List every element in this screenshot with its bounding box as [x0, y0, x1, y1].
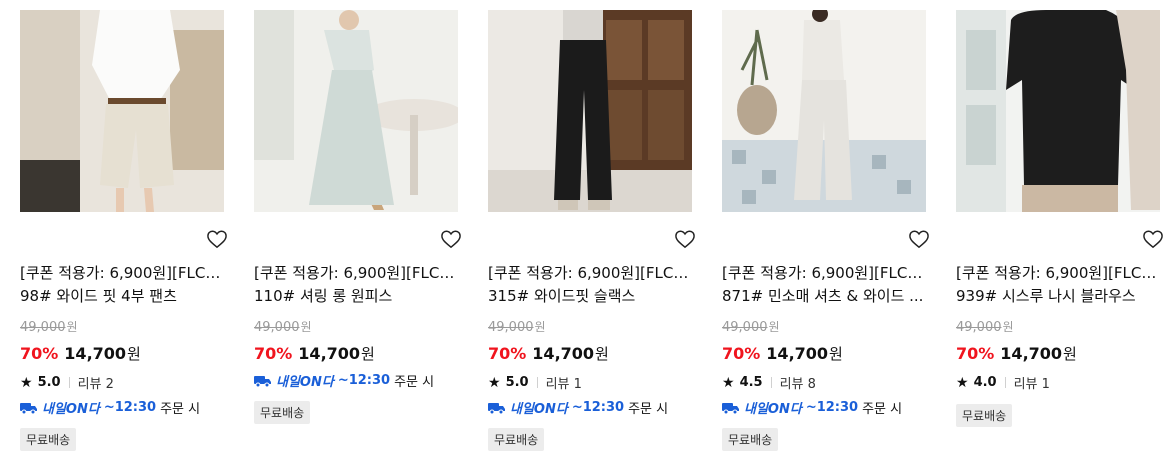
original-price: 49,000원 [488, 320, 546, 335]
discount-rate: 70% [956, 344, 995, 363]
delivery-info: 내일ON다 ~12:30 주문 시 [722, 398, 902, 417]
free-shipping-badge: 무료배송 [488, 428, 545, 451]
discount-rate: 70% [722, 344, 761, 363]
delivery-info: 내일ON다 ~12:30 주문 시 [254, 371, 434, 390]
original-price: 49,000원 [254, 320, 312, 335]
sale-price: 70% 14,700원 [956, 344, 1077, 363]
discount-rate: 70% [254, 344, 293, 363]
wishlist-heart-icon[interactable] [674, 229, 698, 251]
rating-row: ★ 4.5 리뷰 8 [722, 374, 816, 393]
product-card-3[interactable]: [쿠폰 적용가: 6,900원][FLC] 0 315# 와이드핏 슬랙스 49… [488, 0, 695, 463]
delivery-truck-icon [488, 402, 505, 414]
free-shipping-badge: 무료배송 [956, 404, 1013, 427]
original-price: 49,000원 [722, 320, 780, 335]
rating-row: ★ 4.0 리뷰 1 [956, 374, 1050, 393]
discount-rate: 70% [20, 344, 59, 363]
free-shipping-badge: 무료배송 [20, 428, 77, 451]
wishlist-heart-icon[interactable] [1142, 229, 1166, 251]
product-image[interactable] [956, 10, 1160, 212]
product-title[interactable]: [쿠폰 적용가: 6,900원][FLC] 9 98# 와이드 핏 4부 팬츠 [20, 262, 226, 308]
product-image[interactable] [722, 10, 926, 212]
free-shipping-badge: 무료배송 [254, 401, 311, 424]
rating-row: ★ 5.0 리뷰 1 [488, 374, 582, 393]
discount-rate: 70% [488, 344, 527, 363]
product-image[interactable] [20, 10, 224, 212]
product-title[interactable]: [쿠폰 적용가: 6,900원][FLC] 0 315# 와이드핏 슬랙스 [488, 262, 694, 308]
star-icon: ★ [20, 374, 33, 391]
star-icon: ★ [722, 374, 735, 391]
sale-price: 70% 14,700원 [722, 344, 843, 363]
sale-price: 70% 14,700원 [488, 344, 609, 363]
product-card-4[interactable]: [쿠폰 적용가: 6,900원][FLC] 1 871# 민소매 셔츠 & 와이… [722, 0, 929, 463]
delivery-info: 내일ON다 ~12:30 주문 시 [488, 398, 668, 417]
delivery-info: 내일ON다 ~12:30 주문 시 [20, 398, 200, 417]
product-image[interactable] [488, 10, 692, 212]
product-card-2[interactable]: [쿠폰 적용가: 6,900원][FLC] 2 110# 셔링 롱 원피스 49… [254, 0, 461, 463]
delivery-truck-icon [254, 375, 271, 387]
wishlist-heart-icon[interactable] [440, 229, 464, 251]
product-title[interactable]: [쿠폰 적용가: 6,900원][FLC] 1 871# 민소매 셔츠 & 와이… [722, 262, 928, 308]
wishlist-heart-icon[interactable] [908, 229, 932, 251]
original-price: 49,000원 [20, 320, 78, 335]
product-card-5[interactable]: [쿠폰 적용가: 6,900원][FLC] 3 939# 시스루 나시 블라우스… [956, 0, 1163, 463]
product-card-1[interactable]: [쿠폰 적용가: 6,900원][FLC] 9 98# 와이드 핏 4부 팬츠 … [20, 0, 227, 463]
delivery-truck-icon [722, 402, 739, 414]
wishlist-heart-icon[interactable] [206, 229, 230, 251]
sale-price: 70% 14,700원 [20, 344, 141, 363]
star-icon: ★ [956, 374, 969, 391]
delivery-truck-icon [20, 402, 37, 414]
free-shipping-badge: 무료배송 [722, 428, 779, 451]
star-icon: ★ [488, 374, 501, 391]
rating-row: ★ 5.0 리뷰 2 [20, 374, 114, 393]
product-title[interactable]: [쿠폰 적용가: 6,900원][FLC] 2 110# 셔링 롱 원피스 [254, 262, 460, 308]
sale-price: 70% 14,700원 [254, 344, 375, 363]
product-title[interactable]: [쿠폰 적용가: 6,900원][FLC] 3 939# 시스루 나시 블라우스 [956, 262, 1162, 308]
original-price: 49,000원 [956, 320, 1014, 335]
product-image[interactable] [254, 10, 458, 212]
